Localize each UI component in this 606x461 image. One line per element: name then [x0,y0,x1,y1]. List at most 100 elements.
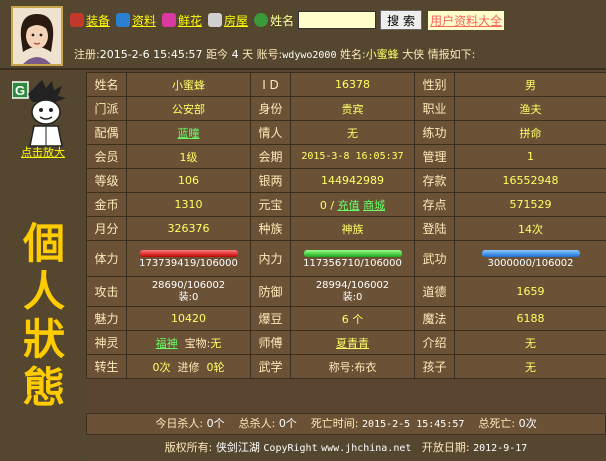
label-lover: 情人 [250,120,291,145]
value-id: 16378 [290,72,415,97]
label-race: 种族 [250,216,291,241]
label-gold: 金币 [86,192,127,217]
total-kill-label: 总杀人: [238,417,276,430]
label-ingot: 元宝 [250,192,291,217]
nav-label-profile[interactable]: 资料 [132,12,156,29]
nav-item-house[interactable]: 房屋 [208,12,248,29]
nickname-label: 称号: [328,360,355,374]
label-logins: 登陆 [414,216,455,241]
nav-label-equipment[interactable]: 装备 [86,12,110,29]
master-link[interactable]: 夏青青 [336,337,369,350]
value-martial: 3000000/106002 [487,258,574,269]
table-row: 会员 1级 会期 2015-3-8 16:05:37 管理 1 [86,144,606,169]
master-cell: 夏青青 [290,330,415,355]
title-cell: 称号:布衣 [290,354,415,379]
title-char: 狀 [22,315,65,364]
total-kill-value: 0个 [278,417,297,430]
value-treasure: 无 [210,336,222,350]
value-introducer: 无 [454,330,606,355]
value-stored-points: 571529 [454,192,606,217]
label-inner-power: 内力 [250,240,291,277]
value-ingot: 0 / [319,198,335,212]
equipment-icon [70,13,84,27]
table-row: 等级 106 银两 144942989 存款 16552948 [86,168,606,193]
table-row: 体力 173739419/106000 内力 117356710/106000 … [86,240,606,277]
value-logins: 14次 [454,216,606,241]
label-beans: 爆豆 [250,306,291,331]
search-button[interactable]: 搜 索 [380,10,423,30]
search-icon [254,13,269,27]
house-icon [208,13,223,27]
site-url[interactable]: www.jhchina.net [321,443,411,454]
nav-item-profile[interactable]: 资料 [116,12,156,29]
value-identity: 贵宾 [290,96,415,121]
inner-power-bar [303,250,402,257]
mall-link[interactable]: 商城 [363,199,385,212]
name-label: 姓名: [339,48,366,61]
search-input[interactable] [298,11,377,29]
stamina-cell: 173739419/106000 [126,240,251,277]
deity-cell: 福神 宝物:无 [126,330,251,355]
character-cartoon-icon[interactable]: G [12,78,72,148]
label-martial-study: 武学 [250,354,291,379]
value-lover: 无 [290,120,415,145]
value-sect: 公安部 [126,96,251,121]
value-level: 106 [126,168,251,193]
value-attack: 28690/106002 [151,279,226,291]
search-label: 姓名 [270,13,295,28]
label-introducer: 介绍 [414,330,455,355]
nav-item-flower[interactable]: 鲜花 [162,12,202,29]
value-gender: 男 [454,72,606,97]
study-label: 进修 [177,360,200,374]
value-deposit: 16552948 [454,168,606,193]
table-row: 姓名 小蜜蜂 I D 16378 性别 男 [86,72,606,97]
days-unit: 天 [242,48,254,61]
nav-item-equipment[interactable]: 装备 [70,12,110,29]
label-level: 等级 [86,168,127,193]
label-id: I D [250,72,291,97]
table-row: 攻击 28690/106002 装:0 防御 28994/106002 装:0 … [86,276,606,307]
death-time-label: 死亡时间: [310,417,359,430]
svg-text:G: G [15,83,25,98]
title-value: 大侠 [402,48,425,61]
today-kill-value: 0个 [206,417,225,430]
title-char: 個 [22,219,65,268]
label-monthly: 月分 [86,216,127,241]
label-magic: 魔法 [414,306,455,331]
label-training: 练功 [414,120,455,145]
label-charm: 魅力 [86,306,127,331]
value-stamina: 173739419/106000 [139,258,238,269]
days-label: 距今 [206,48,229,61]
spouse-link[interactable]: 蓝瞳 [178,127,200,140]
label-admin: 管理 [414,144,455,169]
attack-cell: 28690/106002 装:0 [126,276,251,307]
value-nickname: 布衣 [354,360,377,374]
label-master: 师傅 [250,330,291,355]
name-value: 小蜜蜂 [365,48,399,61]
avatar[interactable] [11,6,63,66]
martial-bar [481,250,580,257]
label-deposit: 存款 [414,168,455,193]
nav-label-house[interactable]: 房屋 [224,12,248,29]
value-training: 拼命 [454,120,606,145]
label-name: 姓名 [86,72,127,97]
value-admin: 1 [454,144,606,169]
top-nav: 装备 资料 鲜花 房屋 姓名 搜 索 用户资料大全 [70,7,606,33]
search-group: 姓名 搜 索 用户资料大全 [254,10,505,30]
label-member-expiry: 会期 [250,144,291,169]
value-job: 渔夫 [454,96,606,121]
inner-power-cell: 117356710/106000 [290,240,415,277]
deity-link[interactable]: 福神 [156,337,178,350]
value-race: 神族 [290,216,415,241]
opened-date: 2012-9-17 [473,443,528,454]
value-member: 1级 [126,144,251,169]
value-morality: 1659 [454,276,606,307]
copyright-label: 版权所有: [164,441,213,454]
label-member: 会员 [86,144,127,169]
all-users-link[interactable]: 用户资料大全 [428,10,505,30]
personal-status-title: 個 人 狀 態 [18,220,70,412]
recharge-link[interactable]: 充值 [338,199,360,212]
nav-label-flower[interactable]: 鲜花 [178,12,202,29]
enlarge-link[interactable]: 点击放大 [0,144,86,160]
account-value: wdywo2000 [282,50,337,61]
